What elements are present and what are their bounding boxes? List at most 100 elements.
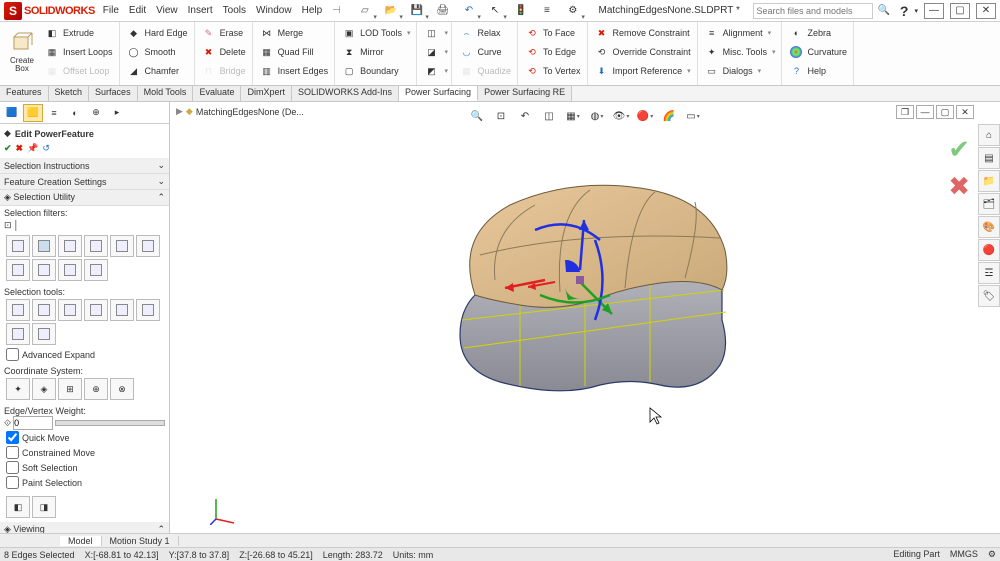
dialogs-button[interactable]: ▭Dialogs: [702, 62, 778, 80]
select-button[interactable]: ↖: [483, 1, 507, 21]
hide-show-icon[interactable]: 👁: [610, 106, 632, 126]
mdi-min[interactable]: —: [916, 105, 934, 119]
boundary-button[interactable]: ▢Boundary: [339, 62, 412, 80]
fm-tab-more[interactable]: ▸: [107, 104, 127, 122]
weight-input[interactable]: [13, 416, 53, 430]
motion-tab[interactable]: Motion Study 1: [102, 536, 179, 546]
tab-surfaces[interactable]: Surfaces: [89, 86, 138, 101]
view-orient-icon[interactable]: ▦: [562, 106, 584, 126]
mirror-button[interactable]: ⧗Mirror: [339, 43, 412, 61]
sel-btn-3[interactable]: [58, 299, 82, 321]
filter-btn-10[interactable]: [84, 259, 108, 281]
import-reference-button[interactable]: ⬇Import Reference: [592, 62, 693, 80]
menu-tools[interactable]: Tools: [223, 5, 246, 16]
remove-constraint-button[interactable]: ✖Remove Constraint: [592, 24, 693, 42]
filter-edge-icon[interactable]: │: [14, 220, 20, 231]
move-btn-1[interactable]: ◧: [6, 496, 30, 518]
rail-library-icon[interactable]: 📁: [978, 170, 1000, 192]
fm-instructions-header[interactable]: Selection Instructions⌄: [0, 158, 169, 174]
help-icon[interactable]: ?: [900, 3, 909, 19]
filter-btn-1[interactable]: [6, 235, 30, 257]
constrained-move-check[interactable]: [6, 446, 19, 459]
tab-addins[interactable]: SOLIDWORKS Add-Ins: [292, 86, 399, 101]
tab-features[interactable]: Features: [0, 86, 49, 101]
insert-loops-button[interactable]: ▦Insert Loops: [42, 43, 115, 61]
options-button[interactable]: ⚙: [561, 1, 585, 21]
view-triad[interactable]: [210, 495, 240, 525]
tool-c-button[interactable]: ◩: [421, 62, 447, 80]
to-face-button[interactable]: ⟲To Face: [522, 24, 583, 42]
lod-tools-button[interactable]: ▣LOD Tools: [339, 24, 412, 42]
fm-fcs-header[interactable]: Feature Creation Settings⌄: [0, 174, 169, 190]
undo-small-icon[interactable]: ↺: [42, 143, 50, 154]
zebra-button[interactable]: ◐Zebra: [786, 24, 849, 42]
sel-btn-8[interactable]: [32, 323, 56, 345]
rail-props-icon[interactable]: ☲: [978, 262, 1000, 284]
extrude-button[interactable]: ◧Extrude: [42, 24, 115, 42]
coord-btn-1[interactable]: ✦: [6, 378, 30, 400]
open-button[interactable]: 📂: [379, 1, 403, 21]
search-input[interactable]: [753, 3, 873, 19]
graphics-viewport[interactable]: ▶ ◆ MatchingEdgesNone (De... 🔍 ⊡ ↶ ◫ ▦ ◍…: [170, 102, 1000, 533]
sel-btn-4[interactable]: [84, 299, 108, 321]
ok-button[interactable]: ✔: [4, 143, 12, 154]
filter-btn-9[interactable]: [58, 259, 82, 281]
soft-selection-check[interactable]: [6, 461, 19, 474]
rail-resources-icon[interactable]: ▤: [978, 147, 1000, 169]
mdi-close[interactable]: ✕: [956, 105, 974, 119]
section-icon[interactable]: ◫: [538, 106, 560, 126]
fm-viewing-header[interactable]: ◈ Viewing⌃: [0, 522, 169, 533]
filter-btn-2[interactable]: [32, 235, 56, 257]
offset-loop-button[interactable]: ▦Offset Loop: [42, 62, 115, 80]
delete-button[interactable]: ✖Delete: [199, 43, 248, 61]
to-edge-button[interactable]: ⟲To Edge: [522, 43, 583, 61]
bridge-button[interactable]: ⊓Bridge: [199, 62, 248, 80]
menu-window[interactable]: Window: [256, 5, 292, 16]
rail-explorer-icon[interactable]: 🗂: [978, 193, 1000, 215]
coord-btn-3[interactable]: ⊞: [58, 378, 82, 400]
settings-icon[interactable]: ≡: [535, 1, 559, 21]
create-box-button[interactable]: CreateBox: [4, 24, 40, 80]
alignment-button[interactable]: ≡Alignment: [702, 24, 778, 42]
fm-tab-display[interactable]: ⊕: [86, 104, 106, 122]
fm-tab-property[interactable]: 🟨: [23, 104, 43, 122]
coord-btn-2[interactable]: ◈: [32, 378, 56, 400]
sel-btn-7[interactable]: [6, 323, 30, 345]
rail-palette-icon[interactable]: 🎨: [978, 216, 1000, 238]
view-settings-icon[interactable]: ▭: [682, 106, 704, 126]
filter-btn-6[interactable]: [136, 235, 160, 257]
help-button[interactable]: ?Help: [786, 62, 849, 80]
scene-icon[interactable]: 🌈: [658, 106, 680, 126]
rail-forum-icon[interactable]: 🏷: [978, 285, 1000, 307]
menu-view[interactable]: View: [156, 5, 178, 16]
to-vertex-button[interactable]: ⟲To Vertex: [522, 62, 583, 80]
menu-pin-icon[interactable]: ⊣: [332, 5, 341, 16]
appearance-icon[interactable]: 🔴: [634, 106, 656, 126]
maximize-button[interactable]: ▢: [950, 3, 970, 19]
status-units[interactable]: MMGS: [950, 549, 978, 560]
confirm-ok-icon[interactable]: ✔: [948, 134, 970, 165]
tool-a-button[interactable]: ◫: [421, 24, 447, 42]
quad-fill-button[interactable]: ▦Quad Fill: [257, 43, 331, 61]
tab-dimxpert[interactable]: DimXpert: [241, 86, 292, 101]
close-button[interactable]: ✕: [976, 3, 996, 19]
move-btn-2[interactable]: ◨: [32, 496, 56, 518]
quick-move-check[interactable]: [6, 431, 19, 444]
sel-btn-5[interactable]: [110, 299, 134, 321]
minimize-button[interactable]: —: [924, 3, 944, 19]
zoom-area-icon[interactable]: ⊡: [490, 106, 512, 126]
breadcrumb[interactable]: ▶ ◆ MatchingEdgesNone (De...: [176, 106, 304, 117]
rail-home-icon[interactable]: ⌂: [978, 124, 1000, 146]
smooth-button[interactable]: ◯Smooth: [124, 43, 190, 61]
merge-button[interactable]: ⋈Merge: [257, 24, 331, 42]
filter-btn-7[interactable]: [6, 259, 30, 281]
fm-tab-dim[interactable]: ◐: [65, 104, 85, 122]
display-style-icon[interactable]: ◍: [586, 106, 608, 126]
status-cog-icon[interactable]: ⚙: [988, 549, 996, 560]
prev-view-icon[interactable]: ↶: [514, 106, 536, 126]
tab-sketch[interactable]: Sketch: [49, 86, 90, 101]
menu-insert[interactable]: Insert: [188, 5, 213, 16]
filter-btn-3[interactable]: [58, 235, 82, 257]
quadize-button[interactable]: ▦Quadize: [456, 62, 513, 80]
save-button[interactable]: 💾: [405, 1, 429, 21]
